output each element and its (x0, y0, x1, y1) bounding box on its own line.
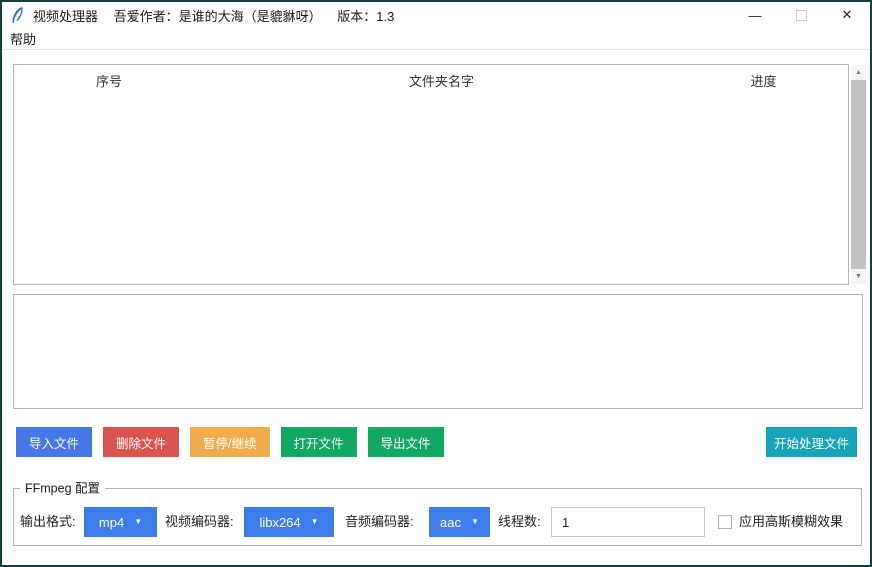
audio-encoder-dropdown[interactable]: aac ▼ (429, 507, 490, 537)
output-format-value: mp4 (99, 515, 124, 530)
file-list-table[interactable]: 序号 文件夹名字 进度 (13, 64, 849, 285)
output-format-label: 输出格式: (20, 507, 76, 537)
scroll-down-button[interactable]: ▼ (851, 269, 866, 284)
chevron-down-icon: ▼ (471, 518, 479, 526)
close-icon: ✕ (842, 7, 853, 23)
maximize-button[interactable] (778, 2, 824, 28)
minimize-button[interactable]: — (732, 2, 778, 28)
export-files-button[interactable]: 导出文件 (368, 427, 444, 457)
column-header-progress[interactable]: 进度 (679, 71, 848, 90)
open-files-button[interactable]: 打开文件 (281, 427, 357, 457)
start-processing-button[interactable]: 开始处理文件 (766, 427, 857, 457)
action-button-row: 导入文件 删除文件 暂停/继续 打开文件 导出文件 (16, 427, 444, 457)
ffmpeg-config-legend: FFmpeg 配置 (20, 478, 105, 497)
audio-encoder-value: aac (440, 515, 461, 530)
maximize-icon (796, 10, 807, 21)
menu-item-help[interactable]: 帮助 (2, 29, 44, 48)
video-encoder-value: libx264 (259, 515, 300, 530)
close-button[interactable]: ✕ (824, 2, 870, 28)
gaussian-blur-checkbox[interactable] (718, 515, 732, 529)
video-encoder-label: 视频编码器: (165, 507, 234, 537)
scroll-up-icon: ▲ (855, 69, 862, 76)
title-bar: 视频处理器 吾爱作者：是谁的大海（是貔貅呀） 版本：1.3 — ✕ (2, 2, 870, 28)
table-body[interactable] (14, 95, 848, 284)
import-files-button[interactable]: 导入文件 (16, 427, 92, 457)
ffmpeg-config-row: 输出格式: mp4 ▼ 视频编码器: libx264 ▼ 音频编码器: aac … (2, 507, 872, 537)
window-controls: — ✕ (732, 2, 870, 28)
window-title: 视频处理器 吾爱作者：是谁的大海（是貔貅呀） 版本：1.3 (33, 6, 406, 25)
chevron-down-icon: ▼ (134, 518, 142, 526)
column-header-folder-name[interactable]: 文件夹名字 (204, 71, 679, 90)
delete-files-button[interactable]: 删除文件 (103, 427, 179, 457)
pause-resume-button[interactable]: 暂停/继续 (190, 427, 269, 457)
app-name: 视频处理器 (33, 9, 98, 24)
gaussian-blur-label: 应用高斯模糊效果 (739, 507, 843, 537)
app-author: 吾爱作者：是谁的大海（是貔貅呀） (114, 9, 322, 24)
menu-bar: 帮助 (2, 28, 870, 50)
log-panel[interactable] (13, 294, 863, 409)
app-version: 版本：1.3 (337, 9, 394, 24)
threads-label: 线程数: (498, 507, 541, 537)
video-encoder-dropdown[interactable]: libx264 ▼ (244, 507, 334, 537)
scroll-up-button[interactable]: ▲ (851, 65, 866, 80)
audio-encoder-label: 音频编码器: (345, 507, 414, 537)
feather-app-icon (10, 7, 25, 24)
column-header-index[interactable]: 序号 (14, 71, 204, 90)
table-scrollbar[interactable]: ▲ ▼ (851, 65, 866, 284)
table-header-row: 序号 文件夹名字 进度 (14, 65, 848, 95)
scrollbar-thumb[interactable] (851, 80, 866, 269)
chevron-down-icon: ▼ (311, 518, 319, 526)
threads-input[interactable] (551, 507, 705, 537)
app-window: 视频处理器 吾爱作者：是谁的大海（是貔貅呀） 版本：1.3 — ✕ 帮助 序号 … (0, 0, 872, 567)
minimize-icon: — (749, 8, 762, 23)
output-format-dropdown[interactable]: mp4 ▼ (84, 507, 157, 537)
scroll-down-icon: ▼ (855, 273, 862, 280)
